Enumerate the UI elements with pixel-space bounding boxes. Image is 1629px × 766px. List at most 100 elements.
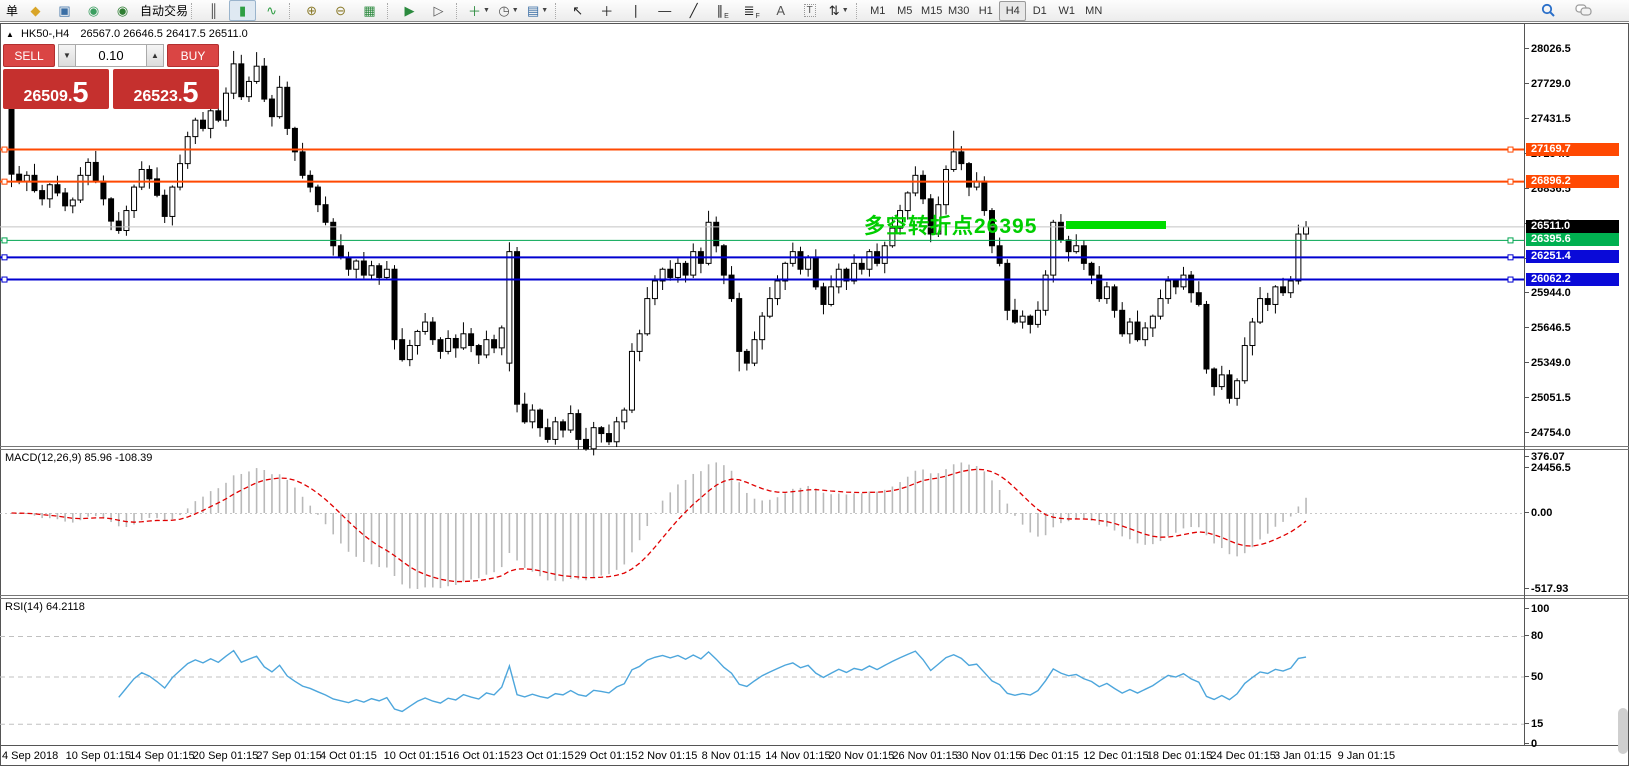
candles-layer — [9, 51, 1309, 455]
volume-increase-button[interactable]: ▲ — [146, 44, 164, 67]
hline-anchor[interactable] — [1508, 255, 1513, 260]
bar-chart-icon[interactable]: ║ — [200, 0, 227, 21]
one-click-trade-panel: SELL ▼ ▲ BUY 26509.5 26523.5 — [3, 44, 219, 109]
timeframe-button-d1[interactable]: D1 — [1026, 1, 1053, 21]
buy-price-main: 26523 — [133, 87, 178, 106]
new-chart-icon[interactable]: ＋▼ — [465, 0, 493, 21]
market-watch-icon[interactable]: ▣ — [51, 0, 78, 21]
label-icon: T — [804, 4, 816, 17]
new-order-icon: ◆ — [31, 3, 41, 19]
hline-anchor[interactable] — [2, 277, 7, 282]
cursor-icon: ↖ — [572, 3, 583, 19]
sell-price-big-digit: 5 — [72, 80, 88, 106]
sell-button[interactable]: SELL — [3, 44, 55, 67]
fibonacci-icon[interactable]: ≣F — [738, 0, 765, 21]
fibonacci-icon: ≣ — [744, 3, 755, 19]
timeframe-button-m5[interactable]: M5 — [891, 1, 918, 21]
label-icon[interactable]: T — [796, 0, 823, 21]
arrows-icon-dropdown[interactable]: ▼ — [842, 7, 849, 14]
chart-symbol-period: HK50-,H4 — [21, 28, 69, 40]
horizontal-line-icon[interactable]: — — [651, 0, 678, 21]
timeframe-button-h4[interactable]: H4 — [999, 1, 1026, 21]
search-icon[interactable] — [1535, 0, 1562, 21]
templates-icon-dropdown[interactable]: ▼ — [541, 7, 548, 14]
volume-decrease-button[interactable]: ▼ — [58, 44, 76, 67]
text-icon[interactable]: A — [767, 0, 794, 21]
top-toolbar: 单◆▣◉◉自动交易║▮∿⊕⊖▦▶▷＋▼◷▼▤▼↖＋∣—╱∥E≣FAT⇅▼M1M5… — [0, 0, 1629, 22]
toolbar-separator — [856, 3, 861, 19]
hline-anchor[interactable] — [1508, 277, 1513, 282]
turning-point-annotation[interactable]: 多空转折点26395 — [864, 210, 1037, 240]
timeframe-button-m30[interactable]: M30 — [945, 1, 972, 21]
toolbar-right — [1531, 0, 1601, 21]
tile-windows-icon[interactable]: ▦ — [356, 0, 383, 21]
hline-anchor[interactable] — [2, 147, 7, 152]
order-label[interactable]: 单 — [6, 2, 18, 19]
fibonacci-icon-sub: F — [756, 13, 760, 20]
signals-icon: ◉ — [88, 3, 99, 19]
channel-icon-sub: E — [724, 13, 729, 20]
hline-anchor[interactable] — [1508, 238, 1513, 243]
arrows-icon[interactable]: ⇅▼ — [825, 0, 852, 21]
channel-icon: ∥ — [717, 3, 724, 19]
buy-button[interactable]: BUY — [167, 44, 219, 67]
timeframe-button-m1[interactable]: M1 — [864, 1, 891, 21]
zoom-in-icon[interactable]: ⊕ — [298, 0, 325, 21]
hline-anchor[interactable] — [2, 238, 7, 243]
hline-anchor[interactable] — [1508, 179, 1513, 184]
new-order-icon[interactable]: ◆ — [22, 0, 49, 21]
autotrading-icon[interactable]: ◉ — [109, 0, 136, 21]
bar-chart-icon: ║ — [209, 3, 218, 18]
volume-input[interactable] — [76, 44, 146, 67]
hline-anchor[interactable] — [2, 255, 7, 260]
autotrading-icon: ◉ — [117, 3, 128, 19]
market-watch-icon: ▣ — [58, 3, 70, 19]
autotrading-label[interactable]: 自动交易 — [140, 2, 188, 19]
vertical-line-icon[interactable]: ∣ — [622, 0, 649, 21]
hline-anchor[interactable] — [2, 179, 7, 184]
candlestick-icon: ▮ — [239, 3, 246, 19]
trendline-icon: ╱ — [690, 3, 698, 19]
candlestick-icon[interactable]: ▮ — [229, 0, 256, 21]
zoom-out-icon: ⊖ — [335, 3, 346, 19]
trendline-icon[interactable]: ╱ — [680, 0, 707, 21]
zoom-out-icon[interactable]: ⊖ — [327, 0, 354, 21]
periods-icon-dropdown[interactable]: ▼ — [512, 7, 519, 14]
auto-scroll-icon[interactable]: ▶ — [396, 0, 423, 21]
toolbar-groups: 单◆▣◉◉自动交易║▮∿⊕⊖▦▶▷＋▼◷▼▤▼↖＋∣—╱∥E≣FAT⇅▼M1M5… — [3, 0, 1107, 21]
templates-icon: ▤ — [527, 3, 539, 19]
chart-shift-icon[interactable]: ▷ — [425, 0, 452, 21]
green-highlight-bar[interactable] — [1066, 221, 1166, 229]
cursor-icon[interactable]: ↖ — [564, 0, 591, 21]
line-chart-icon[interactable]: ∿ — [258, 0, 285, 21]
buy-price-display[interactable]: 26523.5 — [113, 69, 219, 109]
tile-windows-icon: ▦ — [363, 3, 375, 19]
chart-canvas[interactable] — [0, 23, 1629, 766]
timeframe-button-h1[interactable]: H1 — [972, 1, 999, 21]
chart-window: 28026.527729.027431.527134.026836.526539… — [0, 23, 1629, 766]
toolbar-separator — [191, 3, 196, 19]
channel-icon[interactable]: ∥E — [709, 0, 736, 21]
timeframe-button-mn[interactable]: MN — [1080, 1, 1107, 21]
sell-price-main: 26509 — [23, 87, 68, 106]
timeframe-button-m15[interactable]: M15 — [918, 1, 945, 21]
timeframe-button-w1[interactable]: W1 — [1053, 1, 1080, 21]
signals-icon[interactable]: ◉ — [80, 0, 107, 21]
crosshair-icon[interactable]: ＋ — [593, 0, 620, 21]
hline-anchor[interactable] — [1508, 147, 1513, 152]
periods-icon[interactable]: ◷▼ — [495, 0, 522, 21]
toolbar-separator — [289, 3, 294, 19]
toolbar-separator — [555, 3, 560, 19]
zoom-in-icon: ⊕ — [306, 3, 317, 19]
chat-icon[interactable] — [1570, 0, 1597, 21]
sell-price-display[interactable]: 26509.5 — [3, 69, 109, 109]
collapse-panel-arrow[interactable]: ▲ — [6, 30, 14, 39]
arrows-icon: ⇅ — [829, 3, 840, 19]
crosshair-icon: ＋ — [600, 1, 613, 20]
scrollbar-thumb[interactable] — [1618, 708, 1628, 754]
chart-header: ▲ HK50-,H4 26567.0 26646.5 26417.5 26511… — [6, 28, 248, 40]
macd-histogram — [12, 462, 1307, 589]
templates-icon[interactable]: ▤▼ — [524, 0, 551, 21]
horizontal-line-icon: — — [658, 3, 671, 18]
new-chart-icon-dropdown[interactable]: ▼ — [483, 7, 490, 14]
